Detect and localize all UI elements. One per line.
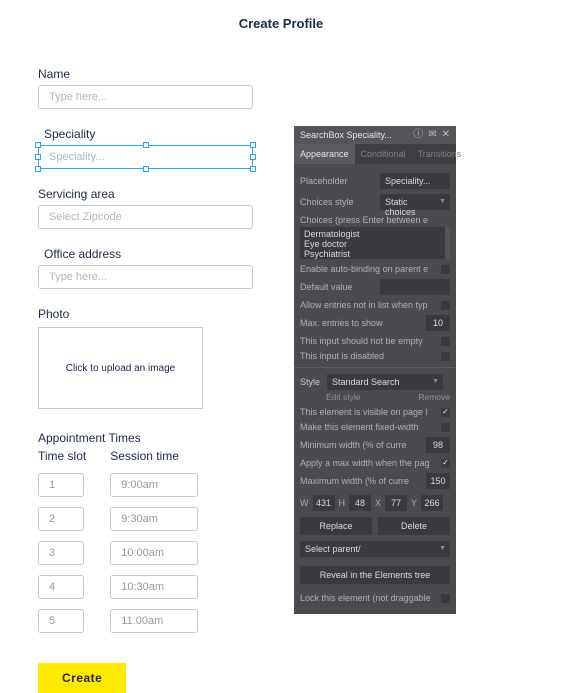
lock-checkbox[interactable] xyxy=(441,594,450,603)
label-style: Style xyxy=(300,377,322,387)
resize-handle[interactable] xyxy=(250,166,256,172)
resize-handle[interactable] xyxy=(35,154,41,160)
create-button[interactable]: Create xyxy=(38,663,126,693)
time-slot-input[interactable] xyxy=(38,609,84,633)
y-input[interactable]: 266 xyxy=(421,495,443,511)
label-apply-max: Apply a max width when the pag xyxy=(300,458,437,468)
apply-max-checkbox[interactable]: ✓ xyxy=(441,459,450,468)
session-time-input[interactable] xyxy=(110,541,198,565)
page-title: Create Profile xyxy=(0,0,562,31)
choice-item: Psychiatrist xyxy=(304,249,446,259)
style-value: Standard Search xyxy=(332,377,400,387)
element-inspector[interactable]: SearchBox Speciality... ⓘ ✉ ✕ Appearance… xyxy=(294,126,456,614)
session-time-input[interactable] xyxy=(110,609,198,633)
scrollbar[interactable] xyxy=(445,227,450,259)
label-choices-style: Choices style xyxy=(300,197,376,207)
tab-appearance[interactable]: Appearance xyxy=(294,144,355,164)
session-time-input[interactable] xyxy=(110,575,198,599)
tab-transitions[interactable]: Transitions xyxy=(412,144,468,164)
choices-style-select[interactable]: Static choices▼ xyxy=(380,194,450,210)
label-autobind: Enable auto-binding on parent e xyxy=(300,264,437,274)
max-width-input[interactable]: 150 xyxy=(426,473,450,489)
select-parent-value: Select parent/ xyxy=(305,544,361,554)
resize-handle[interactable] xyxy=(250,142,256,148)
session-time-input[interactable] xyxy=(110,507,198,531)
replace-button[interactable]: Replace xyxy=(300,517,372,535)
label-fixed-width: Make this element fixed-width xyxy=(300,422,437,432)
speciality-selected-element[interactable] xyxy=(38,145,253,169)
inspector-header[interactable]: SearchBox Speciality... ⓘ ✉ ✕ xyxy=(294,126,456,144)
info-icon[interactable]: ⓘ xyxy=(413,130,423,140)
height-input[interactable]: 48 xyxy=(349,495,371,511)
label-max-width: Maximum width (% of curre xyxy=(300,476,422,486)
label-allow-entries: Allow entries not in list when typ xyxy=(300,300,437,310)
zipcode-input[interactable] xyxy=(38,205,253,229)
chevron-down-icon: ▼ xyxy=(432,378,439,385)
style-select[interactable]: Standard Search ▼ xyxy=(327,374,443,390)
photo-upload[interactable]: Click to upload an image xyxy=(38,327,203,409)
delete-button[interactable]: Delete xyxy=(378,517,450,535)
session-time-input[interactable] xyxy=(110,473,198,497)
width-input[interactable]: 431 xyxy=(313,495,335,511)
inspector-tabs: Appearance Conditional Transitions xyxy=(294,144,456,164)
autobind-checkbox[interactable] xyxy=(441,265,450,274)
label-visible: This element is visible on page l xyxy=(300,407,437,417)
address-input[interactable] xyxy=(38,265,253,289)
choice-item: Eye doctor xyxy=(304,239,446,249)
resize-handle[interactable] xyxy=(143,142,149,148)
label-x: X xyxy=(375,498,381,508)
label-time-slot: Time slot xyxy=(38,449,86,463)
resize-handle[interactable] xyxy=(35,166,41,172)
time-slot-input[interactable] xyxy=(38,473,84,497)
resize-handle[interactable] xyxy=(35,142,41,148)
remove-style-link[interactable]: Remove xyxy=(418,392,450,402)
profile-form: Name Speciality Servicing area Office ad… xyxy=(0,31,562,693)
label-default-value: Default value xyxy=(300,282,376,292)
label-lock: Lock this element (not draggable xyxy=(300,593,437,603)
time-slot-input[interactable] xyxy=(38,541,84,565)
inspector-title: SearchBox Speciality... xyxy=(300,130,392,140)
label-max-entries: Max. entries to show xyxy=(300,318,422,328)
label-session-time: Session time xyxy=(110,449,198,463)
resize-handle[interactable] xyxy=(143,166,149,172)
time-slot-input[interactable] xyxy=(38,507,84,531)
default-value-input[interactable] xyxy=(380,279,450,295)
label-disabled: This input is disabled xyxy=(300,351,437,361)
label-not-empty: This input should not be empty xyxy=(300,336,437,346)
resize-handle[interactable] xyxy=(250,154,256,160)
select-parent-dropdown[interactable]: Select parent/ ▼ xyxy=(300,541,450,557)
comment-icon[interactable]: ✉ xyxy=(428,130,436,140)
name-input[interactable] xyxy=(38,85,253,109)
close-icon[interactable]: ✕ xyxy=(442,130,450,140)
tab-conditional[interactable]: Conditional xyxy=(355,144,412,164)
choices-style-value: Static choices xyxy=(385,197,416,217)
placeholder-input[interactable] xyxy=(380,173,450,189)
max-entries-input[interactable]: 10 xyxy=(426,315,450,331)
label-placeholder: Placeholder xyxy=(300,176,376,186)
label-w: W xyxy=(300,498,309,508)
label-y: Y xyxy=(411,498,417,508)
fixed-width-checkbox[interactable] xyxy=(441,423,450,432)
reveal-button[interactable]: Reveal in the Elements tree xyxy=(300,566,450,584)
not-empty-checkbox[interactable] xyxy=(441,337,450,346)
x-input[interactable]: 77 xyxy=(385,495,407,511)
choice-item: Dermatologist xyxy=(304,229,446,239)
label-choices: Choices (press Enter between e xyxy=(300,215,450,225)
allow-entries-checkbox[interactable] xyxy=(441,301,450,310)
visible-checkbox[interactable]: ✓ xyxy=(441,408,450,417)
time-slot-input[interactable] xyxy=(38,575,84,599)
label-h: H xyxy=(339,498,346,508)
label-name: Name xyxy=(38,67,524,81)
choices-textarea[interactable]: Dermatologist Eye doctor Psychiatrist xyxy=(300,227,450,259)
disabled-checkbox[interactable] xyxy=(441,352,450,361)
edit-style-link[interactable]: Edit style xyxy=(326,392,361,402)
chevron-down-icon: ▼ xyxy=(439,198,446,205)
label-min-width: Minimum width (% of curre xyxy=(300,440,422,450)
chevron-down-icon: ▼ xyxy=(439,545,446,552)
min-width-input[interactable]: 98 xyxy=(426,437,450,453)
